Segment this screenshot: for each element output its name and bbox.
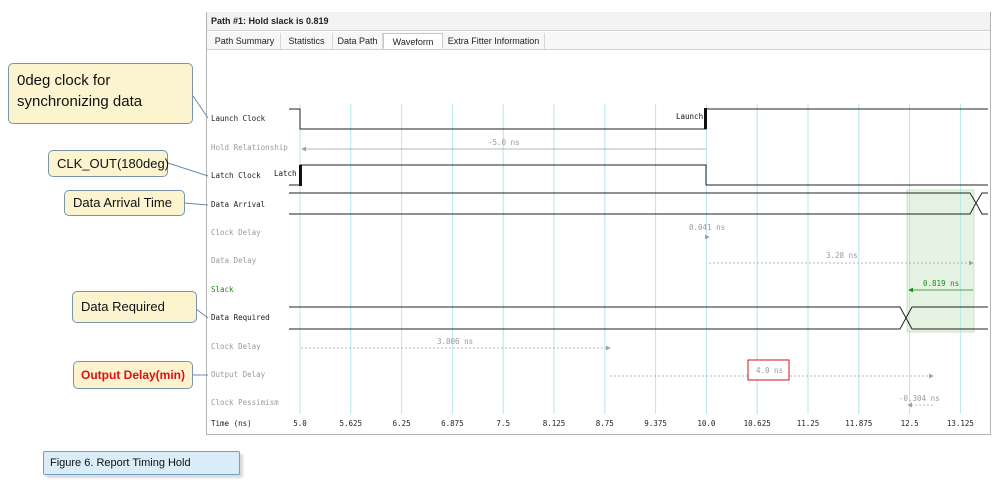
clock-delay-2-value: 3.806 ns — [437, 337, 473, 346]
time-tick-label: 10.0 — [697, 419, 716, 428]
time-tick-label: 12.5 — [901, 419, 919, 428]
clock-pessimism-value: -0.304 ns — [899, 394, 940, 403]
time-axis: 5.0 5.625 6.25 6.875 7.5 8.125 8.75 9.375 10.0 10… — [293, 419, 974, 428]
time-tick-label: 11.25 — [797, 419, 820, 428]
data-arrival-waveform — [289, 192, 988, 215]
latch-marker-label: Latch — [274, 169, 297, 178]
callout-output-delay: Output Delay(min) — [73, 361, 193, 389]
callout-launch-clock: 0deg clock for synchronizing data — [8, 63, 193, 124]
row-label-time-axis: Time (ns) — [211, 419, 252, 428]
data-required-waveform — [289, 306, 988, 330]
latch-edge-marker — [299, 165, 302, 186]
time-tick-label: 10.625 — [744, 419, 771, 428]
callout-output-delay-text: Output Delay(min) — [81, 368, 185, 382]
hold-relationship-value: -5.0 ns — [488, 138, 520, 147]
time-tick-label: 7.5 — [496, 419, 510, 428]
row-label-slack: Slack — [211, 285, 234, 294]
row-label-clock-delay: Clock Delay — [211, 228, 261, 237]
callout-data-arrival: Data Arrival Time — [64, 190, 185, 216]
row-label-clock-delay-2: Clock Delay — [211, 342, 261, 351]
callout-latch-clock-text: CLK_OUT(180deg) — [57, 156, 169, 171]
time-tick-label: 6.25 — [393, 419, 411, 428]
time-tick-label: 11.875 — [845, 419, 872, 428]
time-tick-label: 8.125 — [543, 419, 566, 428]
launch-edge-marker — [704, 108, 707, 129]
time-tick-label: 5.0 — [293, 419, 307, 428]
row-labels: Launch Clock Hold Relationship Latch Clo… — [211, 114, 288, 428]
row-label-launch-clock: Launch Clock — [211, 114, 266, 123]
time-tick-label: 13.125 — [947, 419, 974, 428]
slack-value: 0.819 ns — [923, 279, 959, 288]
data-delay-value: 3.28 ns — [826, 251, 858, 260]
row-label-data-delay: Data Delay — [211, 256, 257, 265]
row-label-data-required: Data Required — [211, 313, 270, 322]
launch-marker-label: Launch — [676, 112, 703, 121]
launch-clock-waveform — [289, 108, 988, 130]
callout-data-arrival-text: Data Arrival Time — [73, 195, 172, 210]
time-tick-label: 9.375 — [644, 419, 667, 428]
time-tick-label: 5.625 — [340, 419, 363, 428]
callout-connectors — [167, 95, 209, 376]
output-delay-value: 4.0 ns — [756, 366, 783, 375]
slack-region — [906, 189, 975, 333]
row-label-latch-clock: Latch Clock — [211, 171, 261, 180]
row-label-output-delay: Output Delay — [211, 370, 266, 379]
callout-latch-clock: CLK_OUT(180deg) — [48, 150, 169, 177]
row-label-data-arrival: Data Arrival — [211, 200, 265, 209]
callout-data-required-text: Data Required — [81, 299, 165, 314]
figure-caption: Figure 6. Report Timing Hold — [43, 451, 240, 475]
row-label-clock-pessimism: Clock Pessimism — [211, 398, 279, 407]
row-label-hold-relationship: Hold Relationship — [211, 143, 288, 152]
time-gridlines — [299, 104, 961, 414]
latch-clock-waveform — [289, 164, 988, 186]
time-tick-label: 8.75 — [596, 419, 614, 428]
clock-delay-value: 0.041 ns — [689, 223, 725, 232]
callout-launch-clock-text: 0deg clock for synchronizing data — [17, 72, 143, 110]
time-tick-label: 6.875 — [441, 419, 464, 428]
callout-data-required: Data Required — [72, 291, 197, 323]
